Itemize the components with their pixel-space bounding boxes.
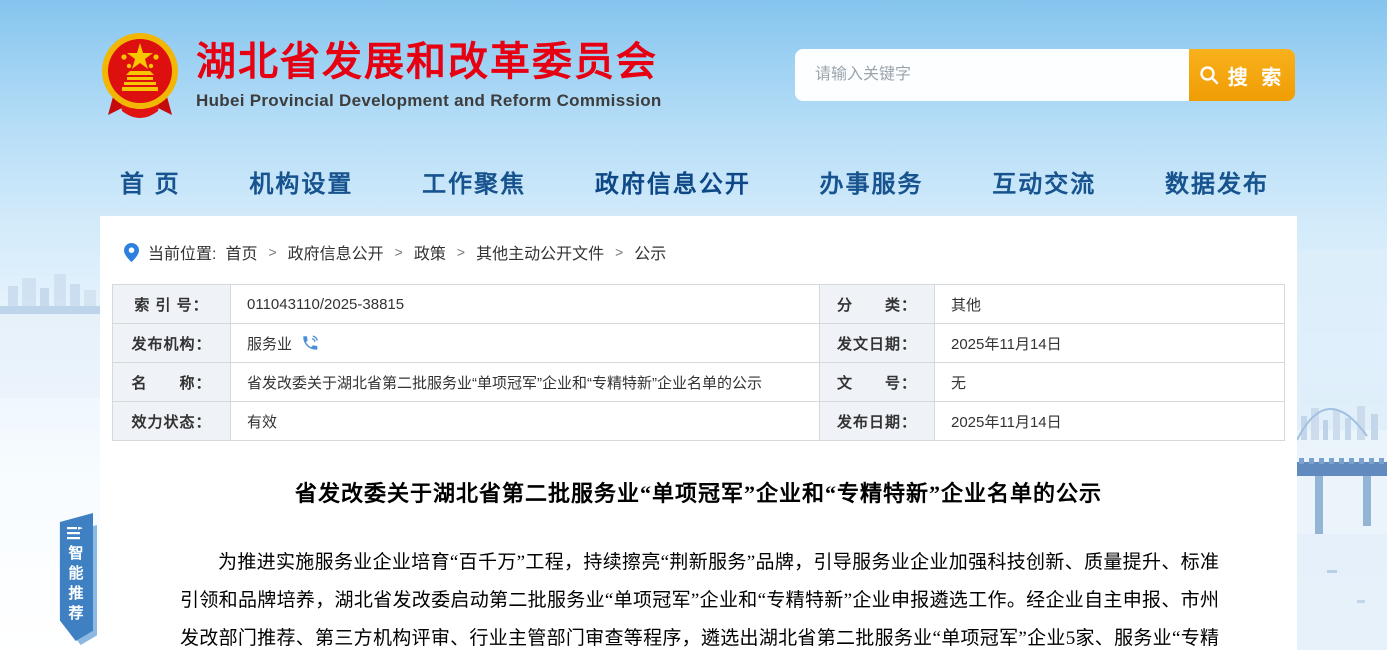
meta-row-index-class: 索 引 号： 011043110/2025-38815 分 类： 其他 — [113, 285, 1285, 324]
publish-date-label: 发布日期： — [820, 402, 935, 441]
issue-date-label: 发文日期： — [820, 324, 935, 363]
breadcrumb-gov-info[interactable]: 政府信息公开 — [288, 240, 384, 264]
national-emblem-logo — [100, 31, 180, 119]
document-number-value: 无 — [935, 363, 1285, 402]
left-cityscape-decoration — [0, 268, 100, 398]
document-name-value: 省发改委关于湖北省第二批服务业“单项冠军”企业和“专精特新”企业名单的公示 — [231, 363, 820, 402]
validity-status-value: 有效 — [231, 402, 820, 441]
smart-recommend-tab[interactable]: 智能推荐 — [57, 513, 97, 647]
search-bar: 搜 索 — [795, 49, 1295, 101]
index-number-label: 索 引 号： — [113, 285, 231, 324]
breadcrumb-other-open-files[interactable]: 其他主动公开文件 — [476, 240, 604, 264]
breadcrumb-separator: > — [615, 244, 623, 260]
site-header: 湖北省发展和改革委员会 Hubei Provincial Development… — [0, 0, 1387, 150]
list-arrow-icon — [67, 527, 83, 540]
document-number-label: 文 号： — [820, 363, 935, 402]
document-meta-table: 索 引 号： 011043110/2025-38815 分 类： 其他 发布机构… — [112, 284, 1285, 441]
nav-item-data-release[interactable]: 数据发布 — [1165, 164, 1269, 199]
search-icon — [1199, 65, 1219, 85]
search-button-label: 搜 索 — [1228, 61, 1286, 90]
nav-item-services[interactable]: 办事服务 — [820, 164, 924, 199]
nav-item-organization[interactable]: 机构设置 — [249, 164, 353, 199]
issue-date-value: 2025年11月14日 — [935, 324, 1285, 363]
article-paragraph: 为推进实施服务业企业培育“百千万”工程，持续擦亮“荆新服务”品牌，引导服务业企业… — [180, 544, 1219, 653]
brand-home-link[interactable]: 湖北省发展和改革委员会 Hubei Provincial Development… — [100, 31, 795, 119]
article-title: 省发改委关于湖北省第二批服务业“单项冠军”企业和“专精特新”企业名单的公示 — [142, 476, 1255, 508]
breadcrumb-separator: > — [268, 244, 276, 260]
main-nav: 首 页 机构设置 工作聚焦 政府信息公开 办事服务 互动交流 数据发布 — [0, 150, 1387, 212]
nav-item-work-focus[interactable]: 工作聚焦 — [422, 164, 526, 199]
meta-row-agency-issue-date: 发布机构： 服务业 发文日期： 2025年11月14日 — [113, 324, 1285, 363]
index-number-value: 011043110/2025-38815 — [231, 285, 820, 324]
search-button[interactable]: 搜 索 — [1189, 49, 1295, 101]
nav-item-home[interactable]: 首 页 — [120, 164, 181, 199]
breadcrumb: 当前位置: 首页 > 政府信息公开 > 政策 > 其他主动公开文件 > 公示 — [112, 216, 1285, 264]
document-name-label: 名 称： — [113, 363, 231, 402]
breadcrumb-separator: > — [457, 244, 465, 260]
breadcrumb-label: 当前位置: — [148, 240, 216, 264]
smart-recommend-label: 智能推荐 — [65, 545, 86, 625]
validity-status-label: 效力状态： — [113, 402, 231, 441]
issuing-agency-value: 服务业 — [231, 324, 820, 363]
search-input[interactable] — [795, 49, 1189, 101]
issuing-agency-label: 发布机构： — [113, 324, 231, 363]
breadcrumb-public-notice[interactable]: 公示 — [634, 240, 666, 264]
content-panel: 当前位置: 首页 > 政府信息公开 > 政策 > 其他主动公开文件 > 公示 索… — [100, 216, 1297, 653]
phone-icon[interactable] — [301, 334, 319, 352]
breadcrumb-home[interactable]: 首页 — [225, 240, 257, 264]
location-pin-icon — [124, 243, 139, 262]
breadcrumb-policy[interactable]: 政策 — [414, 240, 446, 264]
site-title: 湖北省发展和改革委员会 — [196, 40, 662, 84]
category-label: 分 类： — [820, 285, 935, 324]
nav-item-gov-info-disclosure[interactable]: 政府信息公开 — [595, 164, 751, 199]
nav-item-interaction[interactable]: 互动交流 — [992, 164, 1096, 199]
publish-date-value: 2025年11月14日 — [935, 402, 1285, 441]
site-subtitle: Hubei Provincial Development and Reform … — [196, 91, 662, 111]
meta-row-validity-publish-date: 效力状态： 有效 发布日期： 2025年11月14日 — [113, 402, 1285, 441]
meta-row-name-docnumber: 名 称： 省发改委关于湖北省第二批服务业“单项冠军”企业和“专精特新”企业名单的… — [113, 363, 1285, 402]
smart-recommend-tab-body: 智能推荐 — [57, 513, 93, 641]
right-bridge-decoration — [1297, 250, 1387, 650]
breadcrumb-separator: > — [395, 244, 403, 260]
category-value: 其他 — [935, 285, 1285, 324]
